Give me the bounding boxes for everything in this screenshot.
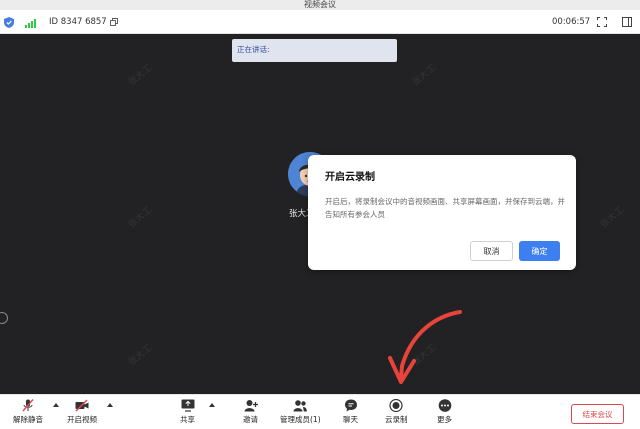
start-video-button[interactable]: 开启视频 <box>67 399 97 425</box>
more-button[interactable]: 更多 <box>437 399 452 425</box>
meeting-toolbar: 解除静音 开启视频 共享 邀请 管理成员(1) 聊天 云录制 更多 结束会议 <box>0 394 640 429</box>
shield-icon[interactable] <box>4 17 14 28</box>
invite-button[interactable]: 邀请 <box>243 399 258 425</box>
share-label: 共享 <box>180 415 195 424</box>
meeting-info-bar: ID 8347 6857 00:06:57 <box>0 10 640 34</box>
window-titlebar: 视频会议 <box>0 0 640 10</box>
more-label: 更多 <box>437 415 452 424</box>
manage-members-button[interactable]: 管理成员(1) <box>280 399 321 425</box>
share-screen-icon <box>181 399 194 412</box>
members-icon <box>293 400 308 412</box>
video-options-caret[interactable] <box>107 403 113 407</box>
camera-off-icon <box>75 399 89 412</box>
more-icon <box>438 399 451 412</box>
layout-icon[interactable] <box>622 17 632 27</box>
audio-options-caret[interactable] <box>53 403 59 407</box>
chat-icon <box>344 399 357 412</box>
chat-label: 聊天 <box>343 415 358 424</box>
watermark: 张大工 <box>126 343 155 369</box>
share-button[interactable]: 共享 <box>180 399 195 425</box>
meeting-timer: 00:06:57 <box>552 17 591 27</box>
annotation-arrow <box>388 310 462 384</box>
copy-icon[interactable] <box>110 18 118 26</box>
watermark: 张大工 <box>410 63 439 89</box>
cloud-record-label: 云录制 <box>385 415 408 424</box>
speaking-indicator: 正在讲话: <box>232 39 397 62</box>
start-video-label: 开启视频 <box>67 415 97 424</box>
dialog-title: 开启云录制 <box>325 172 375 183</box>
unmute-button[interactable]: 解除静音 <box>13 399 43 425</box>
window-title: 视频会议 <box>304 0 336 9</box>
share-options-caret[interactable] <box>209 403 215 407</box>
watermark: 张大工 <box>126 63 155 89</box>
meeting-id: ID 8347 6857 <box>49 17 107 27</box>
confirm-button[interactable]: 确定 <box>519 241 560 261</box>
cloud-record-dialog: 开启云录制 开启后，将录制会议中的音视频画面、共享屏幕画面，并保存到云端，并告知… <box>308 155 576 270</box>
dialog-message: 开启后，将录制会议中的音视频画面、共享屏幕画面，并保存到云端，并告知所有参会人员 <box>325 197 565 219</box>
watermark: 张大工 <box>598 205 627 231</box>
fullscreen-icon[interactable] <box>597 17 607 27</box>
record-icon <box>389 399 403 412</box>
chat-button[interactable]: 聊天 <box>343 399 358 425</box>
add-user-icon <box>244 400 258 412</box>
mic-muted-icon <box>22 399 34 412</box>
unmute-label: 解除静音 <box>13 415 43 424</box>
invite-label: 邀请 <box>243 415 258 424</box>
end-meeting-button[interactable]: 结束会议 <box>571 404 624 424</box>
manage-members-label: 管理成员(1) <box>280 415 321 424</box>
signal-icon[interactable] <box>25 18 37 28</box>
cloud-record-button[interactable]: 云录制 <box>385 399 408 425</box>
speaking-label: 正在讲话: <box>237 45 270 54</box>
watermark: 张大工 <box>126 205 155 231</box>
cancel-button[interactable]: 取消 <box>470 241 513 261</box>
